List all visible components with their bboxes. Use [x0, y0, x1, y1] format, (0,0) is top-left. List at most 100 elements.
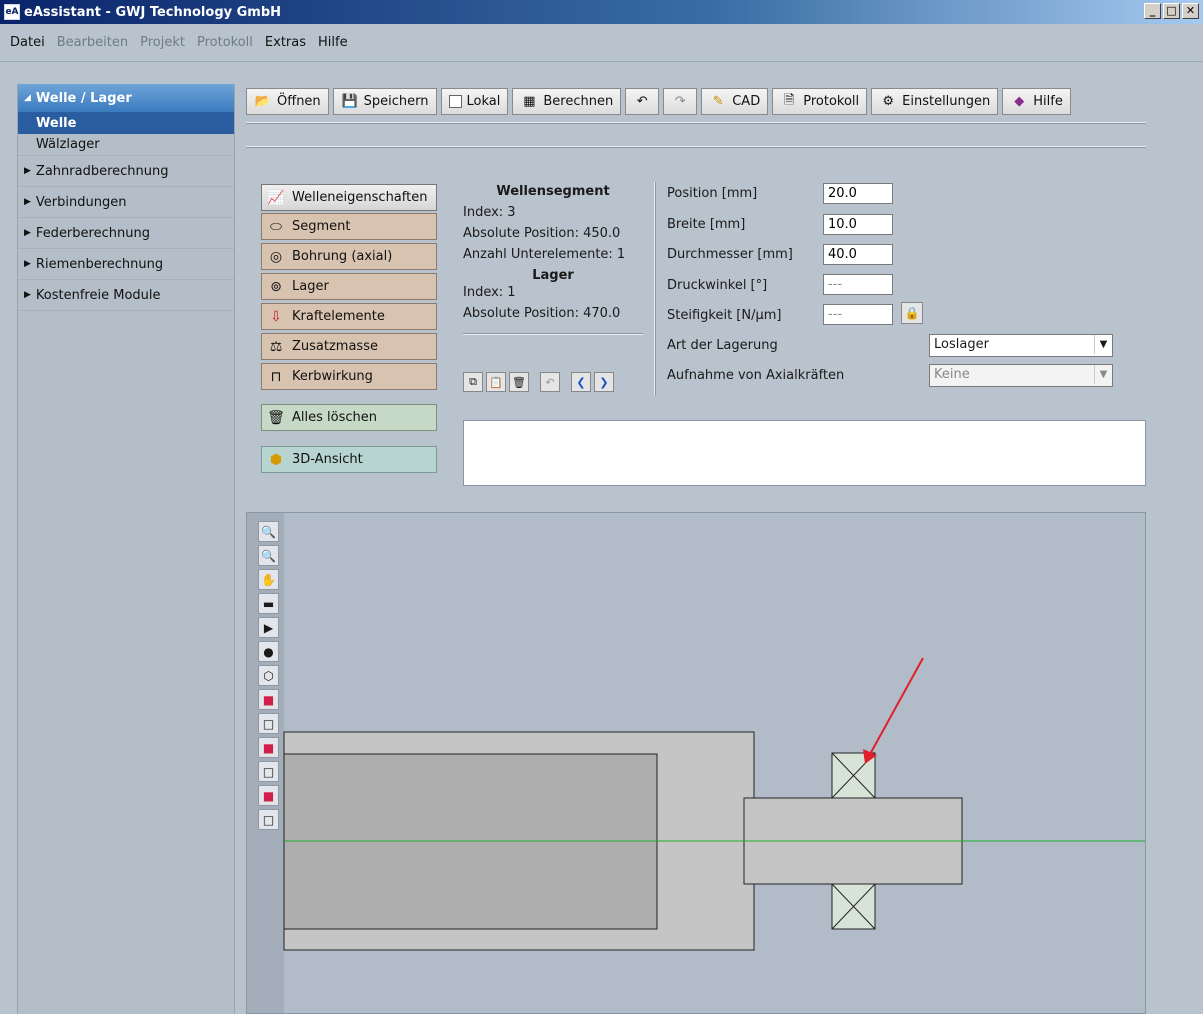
- sidebar-item-waelzlager[interactable]: Wälzlager: [18, 134, 234, 156]
- sidebar-group-zahnrad[interactable]: ▶ Zahnradberechnung: [18, 156, 234, 187]
- position-field[interactable]: [823, 183, 893, 204]
- divider: [463, 333, 643, 335]
- protocol-button[interactable]: 🗎 Protokoll: [772, 88, 868, 115]
- element-toolbar: ⧉ 📋 🗑 ↶ ❮ ❯: [463, 372, 614, 392]
- maximize-button[interactable]: □: [1163, 3, 1180, 19]
- cad-button[interactable]: ✎ CAD: [701, 88, 769, 115]
- bore-icon: ◎: [269, 248, 283, 265]
- menu-projekt[interactable]: Projekt: [140, 35, 185, 50]
- help-label: Hilfe: [1033, 94, 1063, 109]
- sidebar-group-label: Kostenfreie Module: [35, 287, 161, 303]
- diameter-field[interactable]: [823, 244, 893, 265]
- width-field[interactable]: [823, 214, 893, 235]
- close-button[interactable]: ✕: [1182, 3, 1199, 19]
- undo-icon[interactable]: ↶: [540, 372, 560, 392]
- shaft-properties-label: Welleneigenschaften: [292, 190, 428, 205]
- segment-header: Wellensegment: [496, 184, 610, 199]
- menu-datei[interactable]: Datei: [10, 35, 45, 50]
- minimize-button[interactable]: _: [1144, 3, 1161, 19]
- segment-button[interactable]: ⬭ Segment: [261, 213, 437, 240]
- settings-icon: ⚙: [882, 94, 894, 109]
- undo-button[interactable]: ↶: [625, 88, 660, 115]
- chevron-down-icon[interactable]: ▼: [1094, 335, 1112, 354]
- bearing-button[interactable]: ⊚ Lager: [261, 273, 437, 300]
- notch-icon: ⊓: [270, 368, 282, 385]
- shaft-properties-button[interactable]: 📈 Welleneigenschaften: [261, 184, 437, 211]
- help-button[interactable]: ◆ Hilfe: [1002, 88, 1071, 115]
- main-panel: 📂 Öffnen 💾 Speichern Lokal ▦ Berechnen ↶ ↷ …: [236, 84, 1203, 1014]
- sidebar-group-feder[interactable]: ▶ Federberechnung: [18, 218, 234, 249]
- redo-button[interactable]: ↷: [663, 88, 698, 115]
- mass-button[interactable]: ⚖ Zusatzmasse: [261, 333, 437, 360]
- diameter-label: Durchmesser [mm]: [667, 247, 793, 262]
- notch-button[interactable]: ⊓ Kerbwirkung: [261, 363, 437, 390]
- toolbar: 📂 Öffnen 💾 Speichern Lokal ▦ Berechnen ↶ ↷ …: [246, 88, 1071, 115]
- stiffness-field[interactable]: [823, 304, 893, 325]
- disk-icon: 💾: [341, 94, 358, 109]
- collapsed-triangle-icon: ▶: [24, 197, 31, 207]
- sidebar-group-verbindungen[interactable]: ▶ Verbindungen: [18, 187, 234, 218]
- window-title: eAssistant - GWJ Technology GmbH: [24, 4, 282, 20]
- calculate-label: Berechnen: [543, 94, 614, 109]
- delete-all-label: Alles löschen: [292, 410, 377, 425]
- sidebar-group-welle-lager[interactable]: ◢ Welle / Lager: [18, 84, 234, 112]
- pressure-angle-field[interactable]: [823, 274, 893, 295]
- forces-button[interactable]: ⇩ Kraftelemente: [261, 303, 437, 330]
- chart-icon: 📈: [267, 189, 285, 206]
- local-checkbox[interactable]: [448, 95, 462, 108]
- previous-arrow-icon[interactable]: ❮: [571, 372, 591, 392]
- axial-value: Keine: [934, 367, 970, 382]
- sidebar-item-welle[interactable]: Welle: [18, 112, 234, 134]
- folder-open-icon: 📂: [254, 94, 272, 109]
- segment-subelements: Anzahl Unterelemente: 1: [463, 247, 626, 262]
- segment-label: Segment: [292, 219, 351, 234]
- lock-icon: 🔒: [904, 306, 920, 320]
- local-toggle[interactable]: Lokal: [440, 88, 509, 115]
- protocol-label: Protokoll: [803, 94, 860, 109]
- collapsed-triangle-icon: ▶: [24, 166, 31, 176]
- forces-label: Kraftelemente: [292, 309, 385, 324]
- message-area: [463, 420, 1146, 486]
- bearing-position: Absolute Position: 470.0: [463, 306, 621, 321]
- menu-bar: Datei Bearbeiten Projekt Protokoll Extra…: [0, 24, 1203, 62]
- local-label: Lokal: [466, 94, 501, 109]
- delete-icon[interactable]: 🗑: [509, 372, 529, 392]
- settings-button[interactable]: ⚙ Einstellungen: [871, 88, 999, 115]
- expanded-triangle-icon: ◢: [24, 93, 31, 103]
- position-label: Position [mm]: [667, 186, 758, 201]
- bearing-type-label: Art der Lagerung: [667, 338, 778, 353]
- copy-icon[interactable]: ⧉: [463, 372, 483, 392]
- open-button[interactable]: 📂 Öffnen: [246, 88, 329, 115]
- view3d-button[interactable]: ⬢ 3D-Ansicht: [261, 446, 437, 473]
- delete-all-button[interactable]: 🗑 Alles löschen: [261, 404, 437, 431]
- paste-icon[interactable]: 📋: [486, 372, 506, 392]
- shaft-drawing-canvas[interactable]: 🔍 🔍 ✋ ▬ ▶ ● ⬡ ■ □ ■ □ ■ □: [246, 512, 1146, 1014]
- lock-button[interactable]: 🔒: [901, 302, 923, 324]
- stiffness-label: Steifigkeit [N/µm]: [667, 308, 782, 323]
- axial-select[interactable]: Keine ▼: [929, 364, 1113, 387]
- bore-button[interactable]: ◎ Bohrung (axial): [261, 243, 437, 270]
- sidebar-group-label: Zahnradberechnung: [35, 163, 169, 179]
- calculator-icon: ▦: [523, 94, 536, 109]
- menu-bearbeiten[interactable]: Bearbeiten: [57, 35, 128, 50]
- notch-label: Kerbwirkung: [292, 369, 373, 384]
- document-icon: 🗎: [783, 92, 795, 108]
- element-info: Wellensegment Index: 3 Absolute Position…: [463, 184, 643, 335]
- view3d-label: 3D-Ansicht: [292, 452, 363, 467]
- save-button[interactable]: 💾 Speichern: [332, 88, 437, 115]
- menu-hilfe[interactable]: Hilfe: [318, 35, 348, 50]
- sidebar-group-riemen[interactable]: ▶ Riemenberechnung: [18, 249, 234, 280]
- bearing-label: Lager: [292, 279, 329, 294]
- next-arrow-icon[interactable]: ❯: [594, 372, 614, 392]
- sidebar-group-kostenfrei[interactable]: ▶ Kostenfreie Module: [18, 280, 234, 311]
- sidebar-group-label: Riemenberechnung: [35, 256, 164, 272]
- chevron-down-icon[interactable]: ▼: [1094, 365, 1112, 384]
- shaft-drawing: [283, 657, 1145, 951]
- menu-protokoll[interactable]: Protokoll: [197, 35, 253, 50]
- app-icon: eA: [4, 4, 20, 20]
- bearing-bottom[interactable]: [831, 883, 876, 930]
- calculate-button[interactable]: ▦ Berechnen: [512, 88, 622, 115]
- bore-label: Bohrung (axial): [292, 249, 393, 264]
- bearing-type-select[interactable]: Loslager ▼: [929, 334, 1113, 357]
- menu-extras[interactable]: Extras: [265, 35, 306, 50]
